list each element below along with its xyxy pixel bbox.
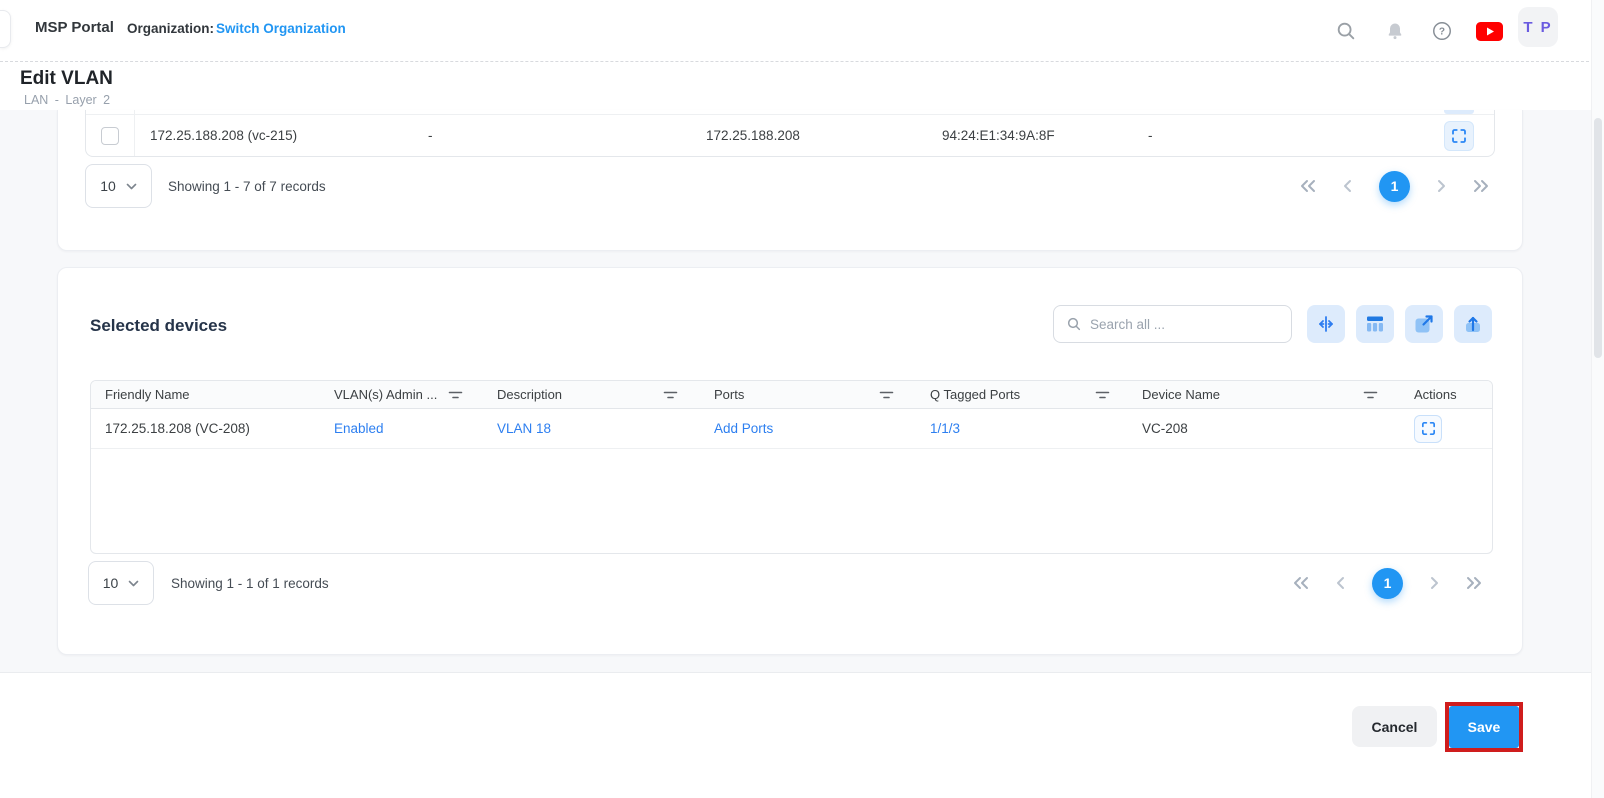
app-title: MSP Portal — [35, 19, 114, 36]
mac-address-cell: 94:24:E1:34:9A:8F — [930, 128, 1140, 143]
column-header-actions: Actions — [1392, 381, 1492, 408]
fit-columns-button[interactable] — [1307, 305, 1345, 343]
devices-pagination: 10 Showing 1 - 7 of 7 records 1 — [85, 163, 1495, 209]
upload-icon — [1461, 312, 1485, 336]
upload-button[interactable] — [1454, 305, 1492, 343]
expand-icon — [1420, 420, 1437, 437]
selected-devices-table: Friendly Name VLAN(s) Admin ... Descript… — [90, 380, 1493, 554]
chevron-down-icon — [128, 580, 139, 587]
filter-icon[interactable] — [448, 389, 463, 401]
vlan-admin-state: Enabled — [320, 421, 477, 436]
column-header-friendly-name: Friendly Name — [91, 381, 320, 408]
last-page-icon[interactable] — [1466, 576, 1482, 590]
pager: 1 — [1300, 163, 1489, 209]
friendly-name-cell: 172.25.18.208 (VC-208) — [91, 421, 320, 436]
svg-text:?: ? — [1439, 27, 1445, 38]
filter-icon[interactable] — [879, 389, 894, 401]
notifications-bell-icon[interactable] — [1381, 17, 1409, 45]
page-header: Edit VLAN LAN - Layer 2 — [0, 62, 1604, 110]
organization-link[interactable]: Switch Organization — [216, 21, 346, 36]
table-row: 172.25.18.208 (VC-208) Enabled VLAN 18 A… — [91, 409, 1492, 449]
footer-bar: Cancel Save — [0, 672, 1604, 798]
save-button[interactable]: Save — [1449, 706, 1519, 748]
page-title: Edit VLAN — [20, 68, 113, 90]
ip-address-cell: 172.25.188.208 — [690, 128, 930, 143]
expand-row-button[interactable] — [1444, 121, 1474, 151]
search-icon — [1066, 316, 1082, 332]
column-header-description: Description — [477, 381, 692, 408]
records-summary: Showing 1 - 1 of 1 records — [161, 560, 329, 606]
filter-icon[interactable] — [663, 389, 678, 401]
page-size-value: 10 — [100, 178, 116, 194]
column-header-q-tagged-ports: Q Tagged Ports — [908, 381, 1124, 408]
prev-page-icon[interactable] — [1343, 179, 1352, 193]
actions-cell — [1440, 121, 1494, 151]
column-header-device-name: Device Name — [1124, 381, 1392, 408]
column-header-vlan-admin: VLAN(s) Admin ... — [320, 381, 477, 408]
checkbox-column — [86, 110, 135, 114]
pager: 1 — [1293, 560, 1482, 606]
filter-icon[interactable] — [1363, 389, 1378, 401]
devices-table: 172.25.188.208 (vc-215) - 172.25.188.208… — [85, 110, 1495, 157]
vertical-scrollbar[interactable] — [1591, 0, 1604, 798]
expand-row-button[interactable] — [1414, 415, 1442, 443]
open-external-button[interactable] — [1405, 305, 1443, 343]
expand-icon — [1444, 110, 1474, 114]
selected-devices-card: Selected devices Friendly Name VLAN(s) A… — [57, 267, 1523, 655]
columns-icon — [1363, 312, 1387, 336]
selected-devices-pagination: 10 Showing 1 - 1 of 1 records 1 — [88, 560, 1494, 606]
search-box — [1053, 305, 1292, 343]
section-title: Selected devices — [90, 316, 227, 336]
page-size-select[interactable]: 10 — [88, 561, 154, 605]
scrollbar-thumb[interactable] — [1594, 118, 1602, 358]
sidebar-collapse-tab[interactable] — [0, 10, 11, 48]
row-checkbox[interactable] — [101, 127, 119, 145]
add-ports-link[interactable]: Add Ports — [714, 421, 773, 436]
value-cell: - — [420, 128, 690, 143]
page-size-select[interactable]: 10 — [85, 164, 152, 208]
user-avatar[interactable]: T P — [1518, 7, 1558, 47]
current-page-button[interactable]: 1 — [1372, 568, 1403, 599]
page-subtitle: LAN - Layer 2 — [24, 93, 110, 107]
row-checkbox-cell — [86, 115, 135, 156]
next-page-icon[interactable] — [1430, 576, 1439, 590]
value-cell: - — [1140, 128, 1440, 143]
cancel-button[interactable]: Cancel — [1352, 706, 1437, 747]
organization-label: Organization: — [127, 21, 214, 36]
friendly-name-cell: 172.25.188.208 (vc-215) — [135, 128, 420, 143]
help-icon[interactable]: ? — [1428, 17, 1456, 45]
description-cell: VLAN 18 — [477, 421, 692, 436]
table-header-row: Friendly Name VLAN(s) Admin ... Descript… — [91, 381, 1492, 409]
last-page-icon[interactable] — [1473, 179, 1489, 193]
first-page-icon[interactable] — [1300, 179, 1316, 193]
save-button-highlight: Save — [1445, 702, 1523, 752]
fit-columns-icon — [1314, 312, 1338, 336]
next-page-icon[interactable] — [1437, 179, 1446, 193]
search-icon[interactable] — [1332, 17, 1360, 45]
records-summary: Showing 1 - 7 of 7 records — [158, 163, 326, 209]
search-input[interactable] — [1090, 317, 1291, 332]
page-size-value: 10 — [103, 575, 119, 591]
table-row: 172.25.188.208 (vc-215) - 172.25.188.208… — [86, 115, 1494, 156]
q-tagged-ports-link[interactable]: 1/1/3 — [930, 421, 960, 436]
chevron-down-icon — [126, 183, 137, 190]
filter-icon[interactable] — [1095, 389, 1110, 401]
column-header-ports: Ports — [692, 381, 908, 408]
open-external-icon — [1412, 312, 1436, 336]
first-page-icon[interactable] — [1293, 576, 1309, 590]
devices-card: 172.25.188.208 (vc-215) - 172.25.188.208… — [57, 110, 1523, 251]
device-name-cell: VC-208 — [1124, 421, 1392, 436]
columns-button[interactable] — [1356, 305, 1394, 343]
prev-page-icon[interactable] — [1336, 576, 1345, 590]
top-bar: MSP Portal Organization: Switch Organiza… — [0, 0, 1604, 62]
youtube-icon[interactable] — [1475, 17, 1503, 45]
current-page-button[interactable]: 1 — [1379, 171, 1410, 202]
